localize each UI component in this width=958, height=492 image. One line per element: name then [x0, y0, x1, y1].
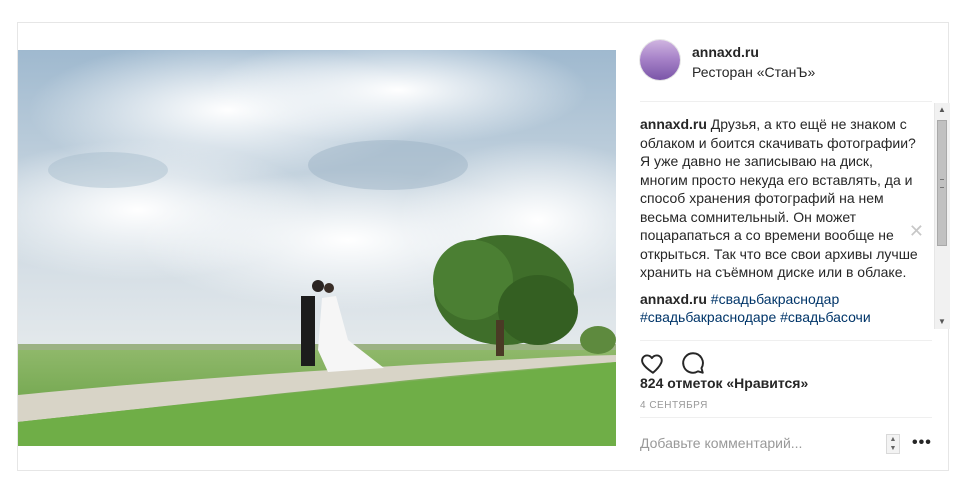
comment-input[interactable] — [640, 432, 870, 454]
hashtag-link-1[interactable]: #свадьбакраснодар — [711, 291, 839, 307]
comments-list: annaxd.ru Друзья, а кто ещё не знаком с … — [640, 101, 932, 331]
hashtag-comment-username[interactable]: annaxd.ru — [640, 291, 707, 307]
scrollbar-thumb[interactable] — [937, 120, 947, 246]
caption: annaxd.ru Друзья, а кто ещё не знаком с … — [640, 115, 932, 282]
post-sidebar: annaxd.ru Ресторан «СтанЪ» annaxd.ru Дру… — [640, 23, 950, 472]
add-comment-section: ▲▼ ••• — [640, 417, 932, 466]
hashtag-link-2[interactable]: #свадьбакраснодаре — [640, 309, 776, 325]
post-date[interactable]: 4 сентября — [640, 400, 708, 411]
caption-username[interactable]: annaxd.ru — [640, 116, 707, 132]
avatar[interactable] — [640, 40, 680, 80]
post-card: annaxd.ru Ресторан «СтанЪ» annaxd.ru Дру… — [17, 22, 950, 472]
post-header: annaxd.ru Ресторан «СтанЪ» — [640, 40, 930, 82]
scroll-up-arrow-icon[interactable]: ▲ — [938, 106, 946, 114]
author-username[interactable]: annaxd.ru — [692, 44, 759, 60]
close-icon[interactable]: ✕ — [909, 222, 924, 240]
hashtag-comment: annaxd.ru #свадьбакраснодар #свадьбакрас… — [640, 290, 932, 327]
wedding-photo-image — [18, 50, 616, 446]
scroll-down-arrow-icon[interactable]: ▼ — [938, 318, 946, 326]
caption-text: Друзья, а кто ещё не знаком с облаком и … — [640, 116, 918, 280]
more-options-icon[interactable]: ••• — [912, 434, 932, 452]
post-location[interactable]: Ресторан «СтанЪ» — [692, 64, 815, 80]
comment-spinner-control[interactable]: ▲ ▼ — [886, 434, 900, 454]
comments-scrollbar[interactable]: ▲ ▼ — [934, 103, 950, 329]
post-actions — [640, 340, 932, 374]
hashtag-link-3[interactable]: #свадьбасочи — [780, 309, 871, 325]
likes-count[interactable]: 824 отметок «Нравится» — [640, 375, 808, 391]
post-photo[interactable] — [18, 50, 616, 446]
speech-bubble-icon[interactable] — [680, 350, 706, 376]
heart-icon[interactable] — [640, 350, 666, 376]
